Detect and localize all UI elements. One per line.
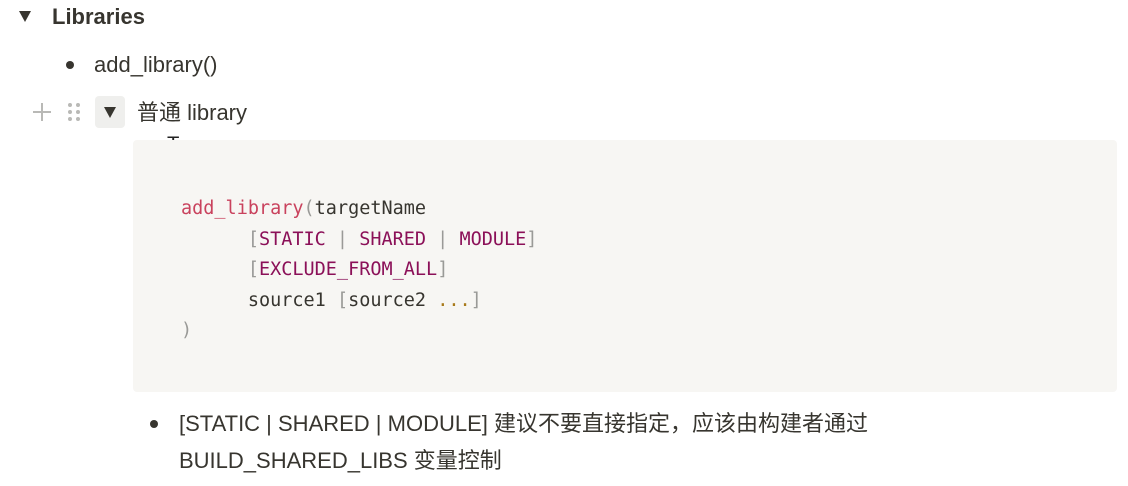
section-heading[interactable]: Libraries (52, 3, 145, 31)
code-content[interactable]: add_library(targetName [STATIC | SHARED … (181, 194, 537, 347)
toggle-arrow-icon (104, 107, 116, 118)
code-keyword: EXCLUDE_FROM_ALL (258, 259, 438, 280)
code-arg: targetName (314, 198, 427, 219)
code-function: add_library (181, 198, 304, 219)
code-keyword: STATIC (258, 228, 326, 250)
note-line-1[interactable]: [STATIC | SHARED | MODULE] 建议不要直接指定，应该由构… (179, 410, 868, 438)
code-punct: | (426, 228, 460, 250)
code-punct: ] (470, 289, 482, 311)
code-source: source2 (348, 289, 438, 311)
drag-handle-icon[interactable] (66, 101, 82, 123)
bullet-dot (66, 61, 74, 69)
code-punct: ] (526, 228, 538, 250)
bullet-text[interactable]: add_library() (94, 51, 218, 79)
code-source: source1 (247, 289, 337, 311)
plus-icon[interactable] (30, 100, 54, 124)
notion-page: Libraries add_library() 普通 library Ꮖ add… (0, 0, 1128, 486)
bullet-dot (150, 420, 158, 428)
code-punct: ] (437, 259, 449, 280)
note-line-2[interactable]: BUILD_SHARED_LIBS 变量控制 (179, 447, 502, 475)
code-punct: ( (303, 198, 315, 219)
code-block[interactable]: add_library(targetName [STATIC | SHARED … (133, 140, 1117, 392)
toggle-button[interactable] (95, 96, 125, 128)
code-punct: | (325, 228, 360, 250)
code-ellipsis: ... (437, 289, 471, 311)
code-keyword: MODULE (459, 228, 527, 250)
code-punct: [ (247, 259, 259, 280)
code-punct: [ (336, 289, 349, 311)
code-punct: ) (181, 320, 193, 341)
code-keyword: SHARED (359, 228, 427, 250)
toggle-arrow-icon[interactable] (19, 11, 31, 22)
toggle-title[interactable]: 普通 library (137, 99, 247, 127)
code-punct: [ (247, 228, 259, 250)
